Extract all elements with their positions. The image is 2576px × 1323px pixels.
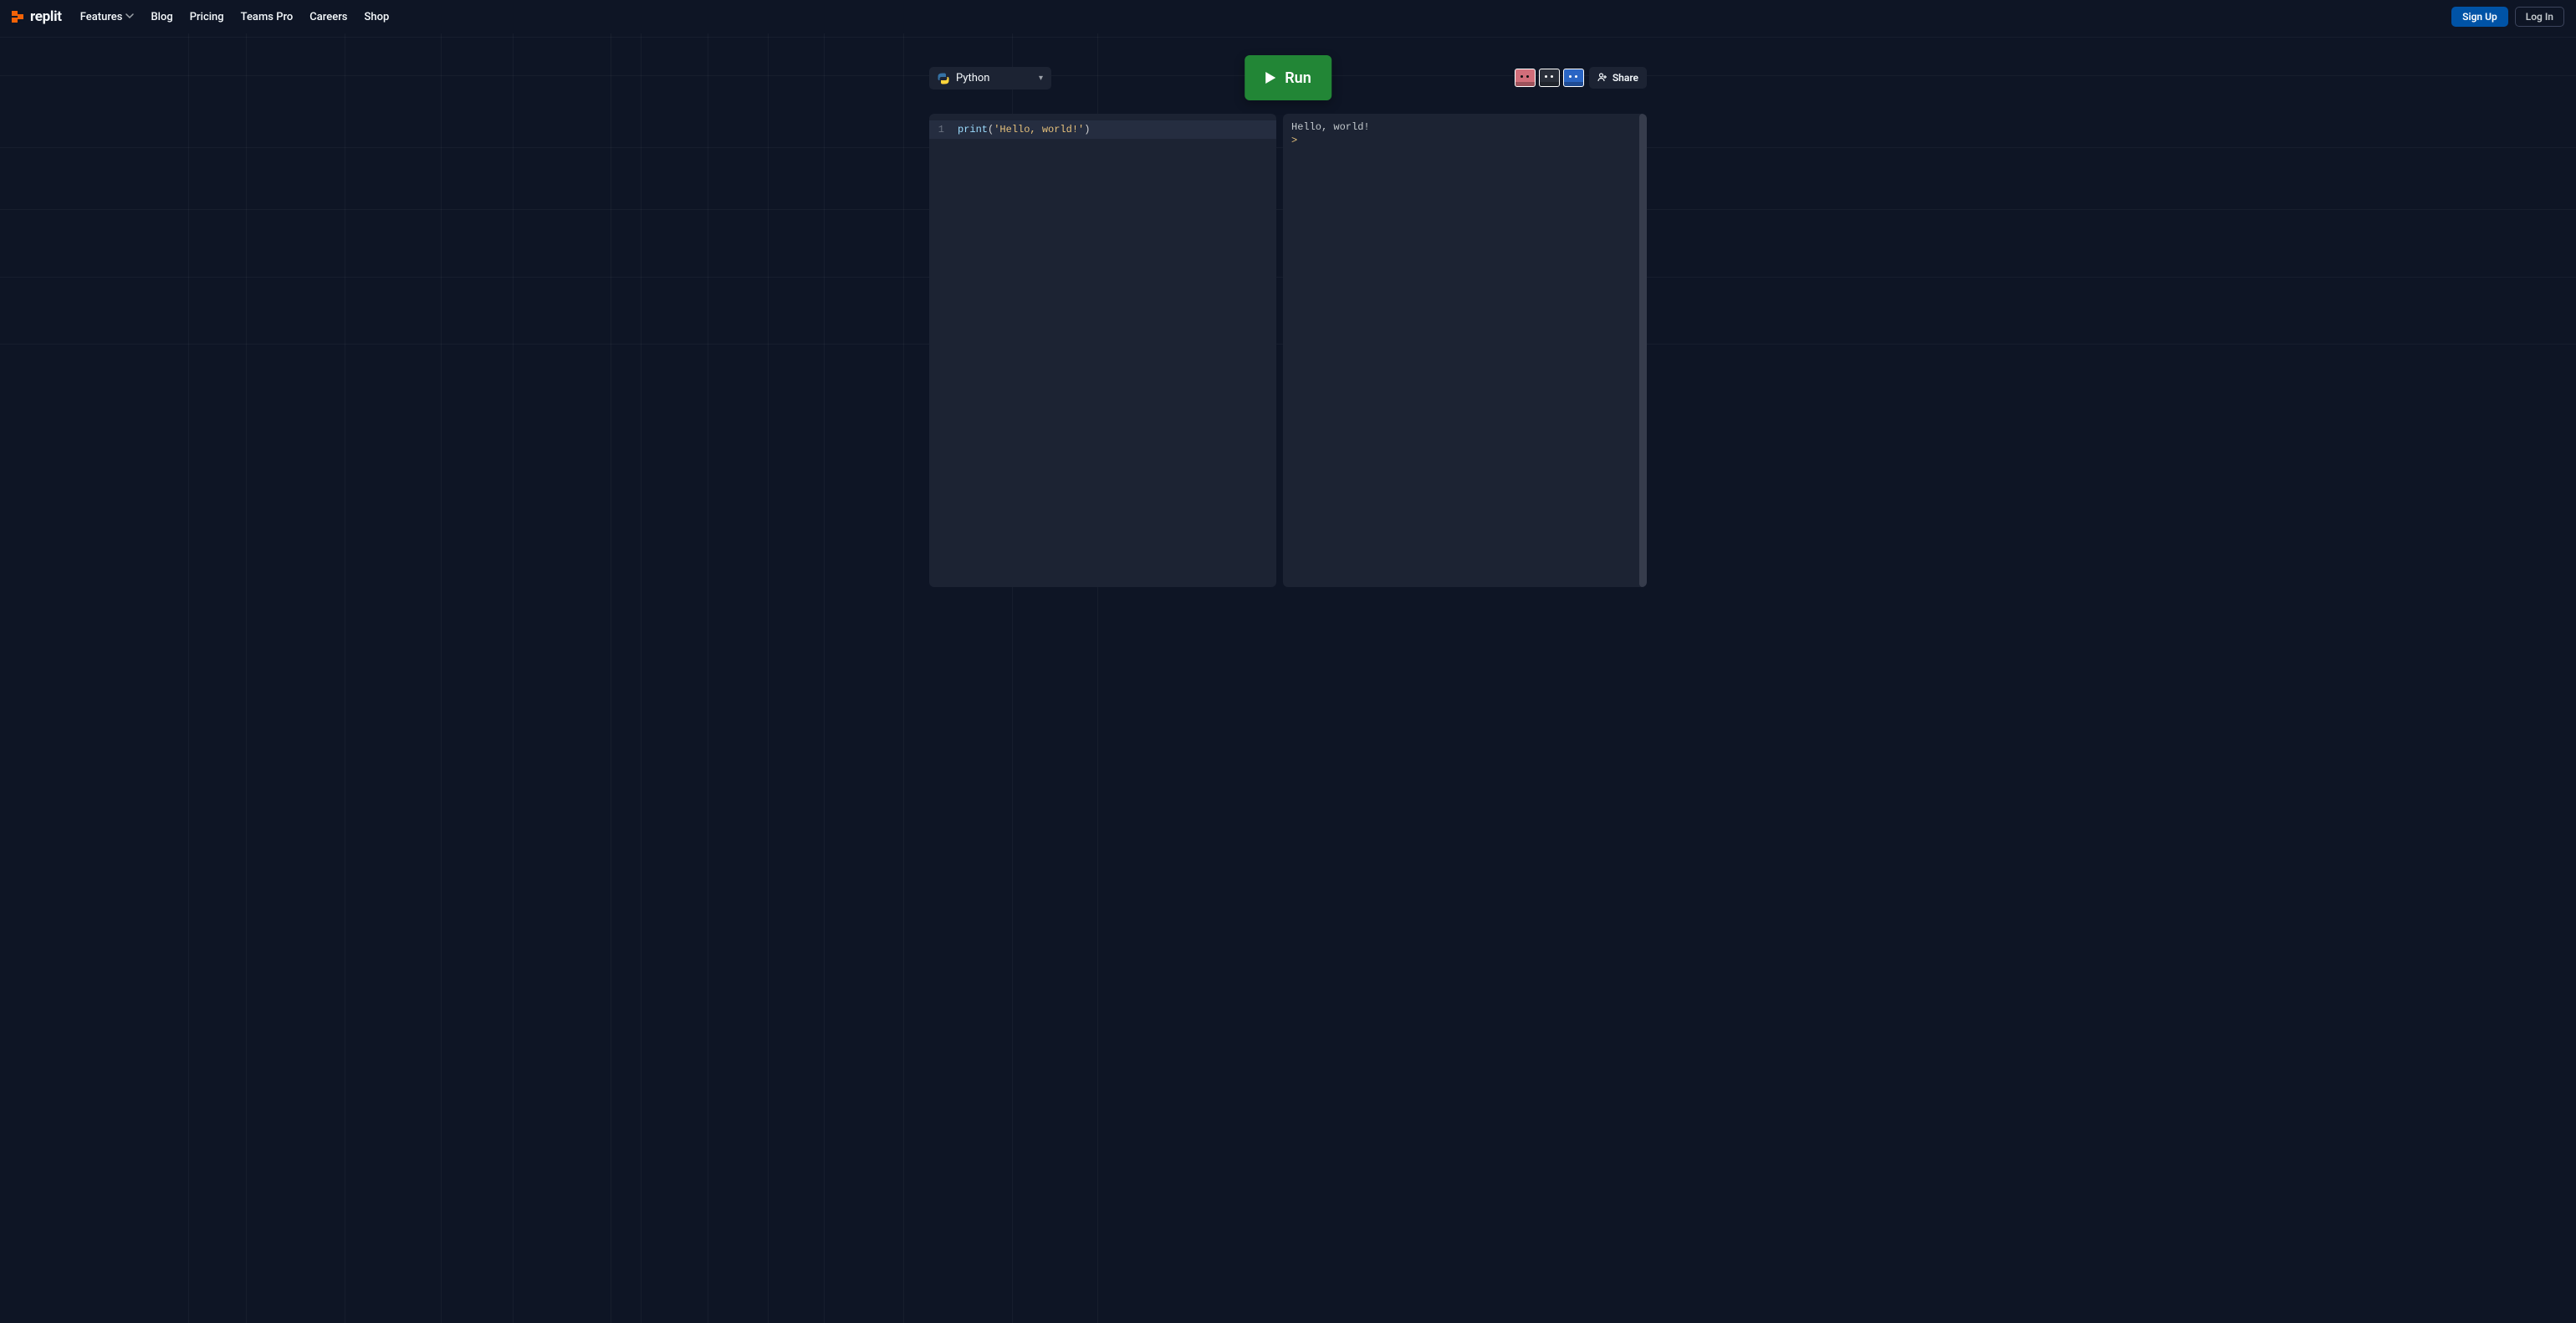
avatar[interactable] [1563, 69, 1584, 87]
signup-button[interactable]: Sign Up [2451, 7, 2508, 27]
logo-icon [12, 10, 25, 23]
workspace: Python ▾ Run [0, 33, 2576, 1323]
scrollbar[interactable] [1639, 114, 1647, 587]
nav-teams-pro[interactable]: Teams Pro [241, 11, 294, 23]
console-prompt: > [1291, 135, 1297, 146]
logo[interactable]: replit [12, 8, 62, 25]
share-label: Share [1613, 72, 1638, 84]
nav-careers[interactable]: Careers [309, 11, 347, 23]
avatar[interactable] [1515, 69, 1536, 87]
header: replit Features Blog Pricing Teams Pro C… [0, 0, 2576, 33]
panes: 1 print('Hello, world!') Hello, world! > [929, 114, 1647, 587]
language-selector[interactable]: Python ▾ [929, 67, 1051, 89]
avatar-stack [1515, 69, 1584, 87]
share-button[interactable]: Share [1589, 67, 1647, 89]
run-button[interactable]: Run [1245, 55, 1331, 100]
share-group: Share [1515, 67, 1647, 89]
language-label: Python [956, 72, 989, 84]
header-left: replit Features Blog Pricing Teams Pro C… [12, 8, 389, 25]
console[interactable]: Hello, world! > [1283, 114, 1647, 587]
code-editor[interactable]: 1 print('Hello, world!') [929, 114, 1276, 587]
python-icon [938, 73, 949, 84]
chevron-down-icon [125, 11, 134, 23]
header-right: Sign Up Log In [2451, 7, 2564, 27]
logo-text: replit [30, 8, 62, 25]
play-icon [1265, 71, 1276, 84]
code-line: 1 print('Hello, world!') [929, 120, 1276, 139]
login-button[interactable]: Log In [2515, 7, 2564, 27]
nav-blog[interactable]: Blog [151, 11, 172, 23]
nav: Features Blog Pricing Teams Pro Careers … [80, 11, 390, 23]
console-output: Hello, world! [1291, 120, 1630, 134]
code-content[interactable]: print('Hello, world!') [951, 122, 1090, 137]
caret-down-icon: ▾ [1039, 74, 1043, 83]
user-plus-icon [1597, 72, 1607, 84]
run-label: Run [1285, 69, 1311, 87]
nav-features[interactable]: Features [80, 11, 135, 23]
avatar[interactable] [1539, 69, 1560, 87]
nav-shop[interactable]: Shop [364, 11, 389, 23]
nav-pricing[interactable]: Pricing [190, 11, 224, 23]
editor-toolbar: Python ▾ Run [929, 67, 1647, 100]
nav-features-label: Features [80, 11, 123, 23]
line-number: 1 [929, 122, 951, 137]
